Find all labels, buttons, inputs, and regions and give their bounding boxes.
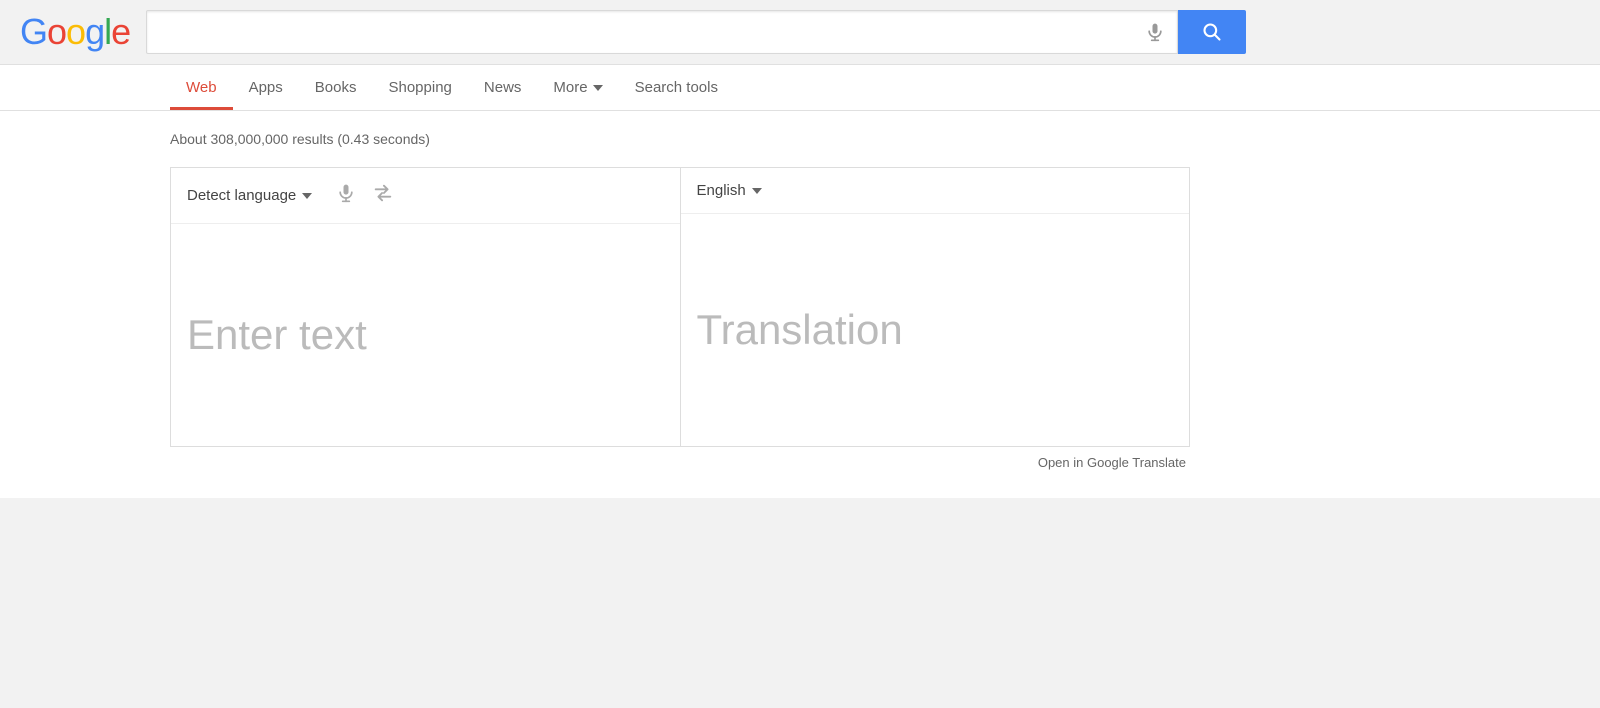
nav-item-apps[interactable]: Apps: [233, 65, 299, 110]
source-panel-header: Detect language: [171, 168, 680, 224]
nav-item-books[interactable]: Books: [299, 65, 373, 110]
search-button[interactable]: [1178, 10, 1246, 54]
source-lang-label: Detect language: [187, 187, 296, 204]
target-lang-selector[interactable]: English: [697, 182, 762, 199]
swap-languages-button[interactable]: [372, 182, 394, 209]
header: Google translate: [0, 0, 1600, 65]
nav-item-news[interactable]: News: [468, 65, 538, 110]
nav-item-more[interactable]: More: [537, 65, 618, 110]
mic-icon-source[interactable]: [336, 183, 356, 208]
logo-letter-g: G: [20, 11, 47, 52]
open-translate-link-container: Open in Google Translate: [170, 447, 1190, 478]
main-content: About 308,000,000 results (0.43 seconds)…: [0, 111, 1600, 498]
target-panel-body: Translation: [681, 214, 1190, 446]
target-panel: English Translation: [681, 168, 1190, 446]
source-panel: Detect language: [171, 168, 681, 446]
target-placeholder-text: Translation: [697, 306, 903, 354]
source-lang-selector[interactable]: Detect language: [187, 187, 312, 204]
source-panel-body[interactable]: Enter text: [171, 224, 680, 446]
search-form: translate: [146, 10, 1246, 54]
nav-item-search-tools[interactable]: Search tools: [619, 65, 734, 110]
translate-widget: Detect language: [170, 167, 1190, 447]
logo-text: Google: [20, 11, 130, 53]
logo-letter-o1: o: [47, 11, 66, 52]
search-box-wrapper: translate: [146, 10, 1178, 54]
google-logo[interactable]: Google: [20, 11, 130, 53]
target-lang-label: English: [697, 182, 746, 199]
source-placeholder-text: Enter text: [187, 311, 367, 359]
microphone-button[interactable]: [1145, 22, 1165, 42]
search-input[interactable]: translate: [159, 22, 1137, 43]
nav-bar: Web Apps Books Shopping News More Search…: [0, 65, 1600, 111]
logo-letter-e: e: [111, 11, 130, 52]
target-lang-chevron-icon: [752, 188, 762, 194]
nav-item-web[interactable]: Web: [170, 65, 233, 110]
source-lang-chevron-icon: [302, 193, 312, 199]
logo-letter-o2: o: [66, 11, 85, 52]
target-panel-header: English: [681, 168, 1190, 214]
results-info: About 308,000,000 results (0.43 seconds): [170, 131, 1430, 147]
more-chevron-icon: [593, 85, 603, 91]
nav-item-shopping[interactable]: Shopping: [372, 65, 467, 110]
logo-letter-g2: g: [85, 11, 104, 52]
open-translate-link[interactable]: Open in Google Translate: [1038, 455, 1186, 470]
